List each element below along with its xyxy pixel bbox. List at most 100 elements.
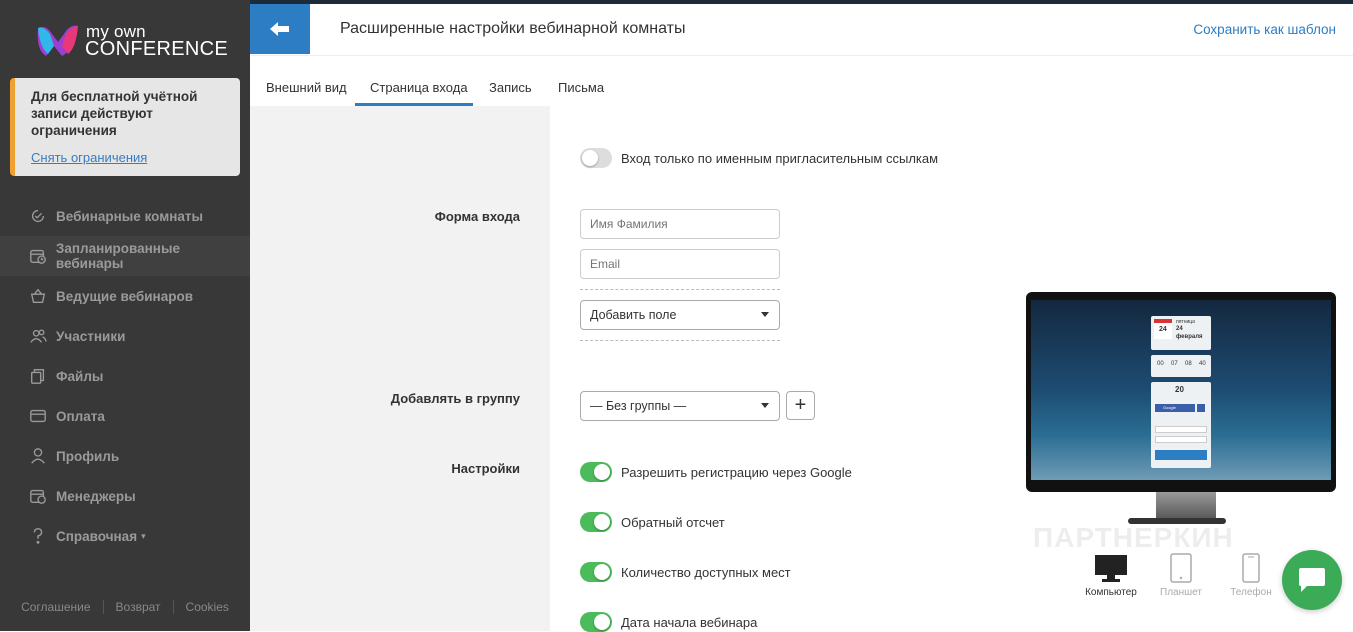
group-label: Добавлять в группу [390, 391, 520, 406]
sidebar-item-label: Запланированные вебинары [55, 241, 180, 271]
sidebar-item-files[interactable]: Файлы [0, 356, 250, 396]
sidebar-item-webinar-rooms[interactable]: Вебинарные комнаты [0, 196, 250, 236]
add-field-select[interactable]: Добавить поле [580, 300, 780, 330]
countdown-minutes: 08 [1185, 361, 1192, 367]
countdown-label: Обратный отсчет [621, 515, 725, 530]
logo-mark-icon [37, 25, 78, 56]
countdown-days: 00 [1157, 361, 1164, 367]
tabs: Внешний вид Страница входа Запись Письма [250, 55, 1353, 105]
sidebar-item-presenters[interactable]: Ведущие вебинаров [0, 276, 250, 316]
caret-down-icon [761, 403, 769, 408]
email-input[interactable] [580, 249, 780, 279]
preview-monitor: 24 пятница 24 февраля 00 07 08 40 20 Goo… [1026, 292, 1336, 492]
name-input[interactable] [580, 209, 780, 239]
sidebar-item-scheduled-webinars[interactable]: Запланированные вебинары [0, 236, 250, 276]
plus-icon: + [794, 394, 807, 416]
caret-down-icon: ▾ [141, 530, 146, 541]
sidebar-item-label: Участники [56, 328, 126, 344]
add-field-value: Добавить поле [590, 308, 677, 322]
device-phone-label: Телефон [1230, 587, 1272, 598]
preview-register-card: 20 Google [1151, 382, 1211, 468]
divider-dashed [580, 289, 780, 290]
back-button[interactable] [250, 4, 310, 54]
device-desktop-button[interactable]: Компьютер [1081, 553, 1141, 598]
toggle-knob [582, 150, 598, 166]
device-tablet-button[interactable]: Планшет [1151, 553, 1211, 598]
preview-countdown: 00 07 08 40 [1151, 355, 1211, 377]
caret-down-icon [761, 312, 769, 317]
device-desktop-label: Компьютер [1085, 587, 1137, 598]
page-title: Расширенные настройки вебинарной комнаты [340, 20, 686, 37]
tab-appearance[interactable]: Внешний вид [266, 80, 347, 95]
sidebar-item-managers[interactable]: Менеджеры [0, 476, 250, 516]
toggle-knob [594, 564, 610, 580]
google-registration-toggle[interactable] [580, 462, 612, 482]
sidebar-item-label: Менеджеры [56, 488, 136, 504]
preview-seats: 20 [1175, 385, 1184, 394]
logo[interactable]: my own CONFERENCE [34, 18, 234, 62]
tab-entry-page[interactable]: Страница входа [370, 80, 468, 95]
monitor-base [1128, 518, 1226, 524]
countdown-seconds: 40 [1199, 361, 1206, 367]
device-phone-button[interactable]: Телефон [1221, 553, 1281, 598]
start-date-label: Дата начала вебинара [621, 615, 758, 630]
sidebar-item-payment[interactable]: Оплата [0, 396, 250, 436]
webinar-rooms-icon [28, 206, 48, 226]
credit-card-icon [28, 406, 48, 426]
sidebar-item-label: Оплата [56, 408, 105, 424]
countdown-hours: 07 [1171, 361, 1178, 367]
labels-column: Форма входа Добавлять в группу Настройки [250, 106, 550, 631]
arrow-left-icon [270, 22, 289, 36]
invite-only-label: Вход только по именным пригласительным с… [621, 151, 939, 166]
toggle-knob [594, 614, 610, 630]
sidebar-item-label: Профиль [56, 448, 120, 464]
tablet-icon [1170, 553, 1192, 583]
chat-button[interactable] [1282, 550, 1342, 610]
logo-bottom-text: CONFERENCE [85, 38, 229, 60]
preview-submit-button [1155, 450, 1207, 460]
divider-dashed [580, 340, 780, 341]
tab-letters[interactable]: Письма [558, 80, 604, 95]
seats-toggle[interactable] [580, 562, 612, 582]
sidebar-item-label: Файлы [56, 368, 104, 384]
remove-limits-link[interactable]: Снять ограничения [31, 150, 147, 165]
preview-social: Google [1163, 405, 1176, 410]
sidebar-item-profile[interactable]: Профиль [0, 436, 250, 476]
users-icon [28, 326, 48, 346]
watermark: ПАРТНЕРКИН [1033, 522, 1234, 553]
preview-day-small: 24 [1159, 326, 1167, 333]
agreement-link[interactable]: Соглашение [9, 600, 102, 614]
cookies-link[interactable]: Cookies [172, 600, 241, 614]
tab-recording[interactable]: Запись [489, 80, 532, 95]
countdown-toggle[interactable] [580, 512, 612, 532]
preview-email-field [1155, 436, 1207, 443]
group-select-value: — Без группы — [590, 399, 687, 413]
chat-icon [1299, 568, 1325, 592]
add-group-button[interactable]: + [786, 391, 815, 420]
user-icon [28, 446, 48, 466]
save-template-link[interactable]: Сохранить как шаблон [1193, 22, 1336, 37]
toggle-knob [594, 514, 610, 530]
refund-link[interactable]: Возврат [102, 600, 173, 614]
group-select[interactable]: — Без группы — [580, 391, 780, 421]
preview-date-card: 24 пятница 24 февраля [1151, 316, 1211, 350]
preview-name-field [1155, 426, 1207, 433]
sidebar: my own CONFERENCE Для бесплатной учётной… [0, 0, 250, 631]
facebook-icon [1197, 404, 1205, 412]
sidebar-item-label: Справочная [56, 528, 138, 544]
sidebar-item-participants[interactable]: Участники [0, 316, 250, 356]
invite-only-toggle[interactable] [580, 148, 612, 168]
sidebar-nav: Вебинарные комнаты Запланированные вебин… [0, 196, 250, 556]
start-date-toggle[interactable] [580, 612, 612, 632]
sidebar-item-label: Вебинарные комнаты [56, 208, 204, 224]
sidebar-item-help[interactable]: Справочная ▾ [0, 516, 250, 556]
sidebar-footer: Соглашение Возврат Cookies [0, 600, 250, 614]
managers-icon [28, 486, 48, 506]
question-icon [28, 526, 48, 546]
google-registration-label: Разрешить регистрацию через Google [621, 465, 852, 480]
login-form-label: Форма входа [434, 209, 520, 224]
preview-month: февраля [1176, 334, 1203, 340]
monitor-stand [1156, 492, 1216, 520]
files-icon [28, 366, 48, 386]
notice-text: Для бесплатной учётной записи действуют … [31, 89, 198, 138]
